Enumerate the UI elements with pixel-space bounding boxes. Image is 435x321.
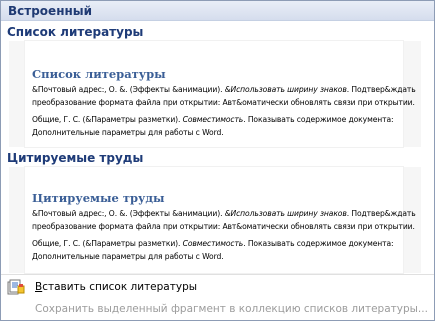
gallery-item-works-cited[interactable]: Цитируемые труды &Почтовый адрес:, О. &.… — [9, 167, 421, 273]
preview-line: преобразование формата файла при открыти… — [32, 98, 415, 107]
gallery-item-bibliography[interactable]: Список литературы &Почтовый адрес:, О. &… — [9, 41, 421, 147]
bibliography-gallery-panel: Встроенный Список литературы Список лите… — [0, 0, 435, 321]
save-selection-to-gallery-button[interactable]: Сохранить выделенный фрагмент в коллекци… — [1, 298, 434, 320]
insert-bibliography-button[interactable]: Вставить список литературы — [1, 276, 434, 298]
preview-heading: Список литературы — [32, 67, 166, 81]
section-title-bibliography: Список литературы — [7, 25, 144, 39]
preview-heading: Цитируемые труды — [32, 191, 165, 205]
works-cited-preview: Цитируемые труды &Почтовый адрес:, О. &.… — [25, 167, 416, 273]
gallery-footer: Вставить список литературы Сохранить выд… — [1, 274, 434, 320]
preview-line: Общие, Г. С. (&Параметры разметки). Совм… — [32, 239, 394, 248]
preview-line: Дополнительные параметры для работы с Wo… — [32, 252, 224, 261]
preview-line: преобразование формата файла при открыти… — [32, 222, 415, 231]
bibliography-insert-icon — [7, 279, 25, 295]
preview-line: Общие, Г. С. (&Параметры разметки). Совм… — [32, 115, 394, 124]
section-title-works-cited: Цитируемые труды — [7, 151, 144, 165]
gallery-header: Встроенный — [1, 1, 434, 21]
preview-line: &Почтовый адрес:, О. &. (Эффекты &анимац… — [32, 209, 416, 218]
preview-line: Дополнительные параметры для работы с Wo… — [32, 128, 224, 137]
bibliography-preview: Список литературы &Почтовый адрес:, О. &… — [25, 41, 416, 147]
insert-bibliography-label: Вставить список литературы — [35, 281, 198, 293]
preview-line: &Почтовый адрес:, О. &. (Эффекты &анимац… — [32, 85, 416, 94]
save-selection-label: Сохранить выделенный фрагмент в коллекци… — [35, 303, 428, 315]
